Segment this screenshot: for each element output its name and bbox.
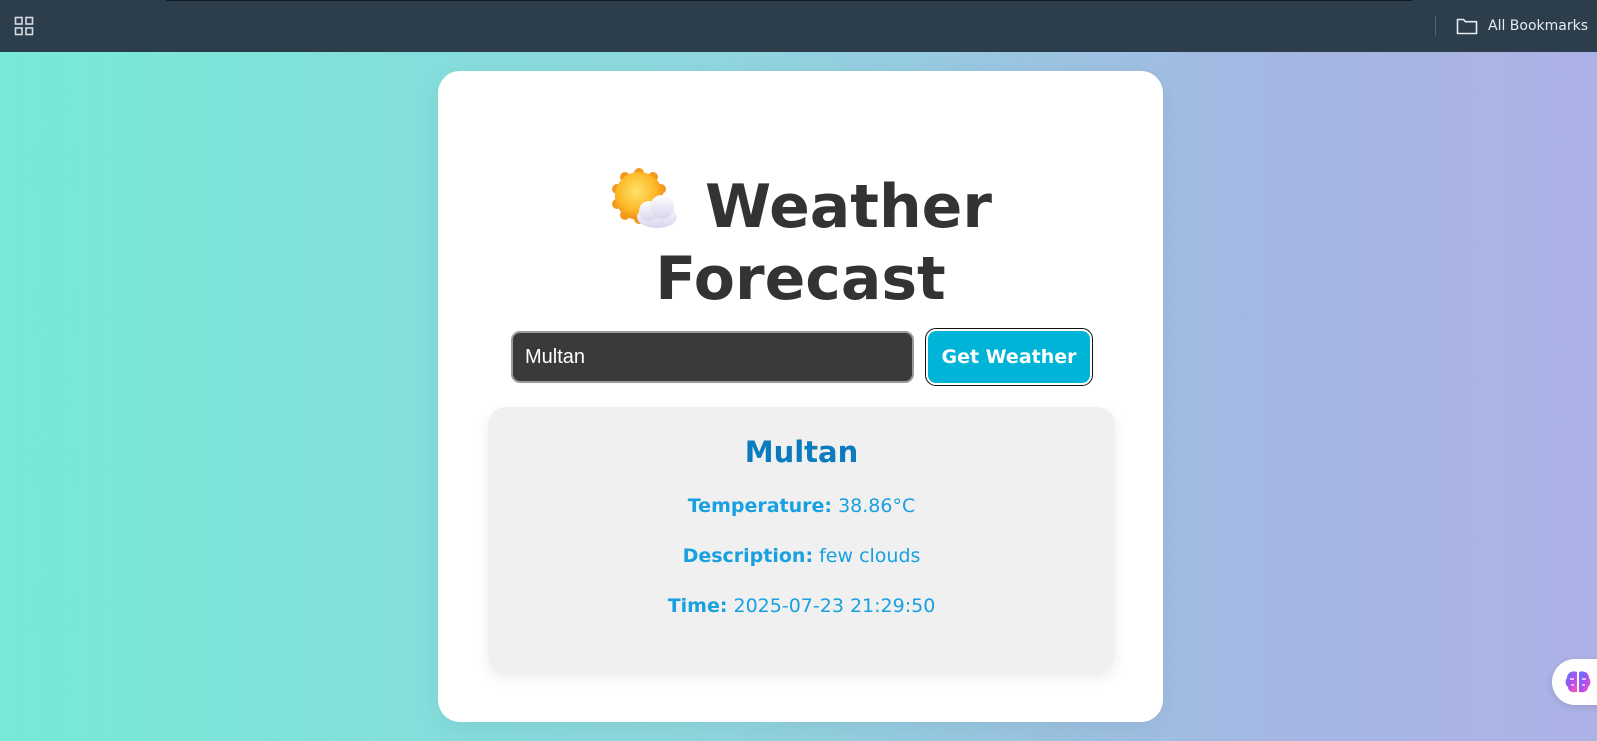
- bookmarks-divider: [1435, 16, 1436, 36]
- result-city-name: Multan: [744, 435, 859, 469]
- bookmarks-bar: All Bookmarks: [0, 0, 1597, 52]
- time-value: 2025-07-23 21:29:50: [733, 595, 936, 617]
- all-bookmarks-button[interactable]: All Bookmarks: [1456, 14, 1588, 38]
- page-load-indicator: [166, 0, 1412, 1]
- brain-icon: [1565, 671, 1591, 693]
- assistant-extension-button[interactable]: [1552, 659, 1597, 705]
- title-forecast-text: Forecast: [655, 244, 946, 314]
- temperature-label: Temperature:: [687, 495, 833, 517]
- all-bookmarks-label: All Bookmarks: [1488, 18, 1589, 34]
- get-weather-button[interactable]: Get Weather: [925, 328, 1093, 386]
- description-row: Description: few clouds: [488, 545, 1115, 567]
- time-row: Time: 2025-07-23 21:29:50: [488, 595, 1115, 617]
- description-value: few clouds: [819, 545, 921, 567]
- city-search-input[interactable]: [511, 331, 914, 383]
- sun-behind-cloud-icon: [612, 168, 678, 228]
- time-label: Time:: [667, 595, 728, 617]
- folder-icon: [1456, 18, 1478, 35]
- description-label: Description:: [682, 545, 814, 567]
- page-title: Weather Forecast: [438, 167, 1163, 315]
- weather-result-panel: Multan Temperature: 38.86°C Description:…: [488, 407, 1115, 672]
- weather-card: Weather Forecast Get Weather Multan Temp…: [438, 71, 1163, 722]
- title-weather-text: Weather: [705, 172, 992, 242]
- temperature-row: Temperature: 38.86°C: [488, 495, 1115, 517]
- temperature-value: 38.86°C: [838, 495, 916, 517]
- apps-grid-icon[interactable]: [14, 16, 34, 36]
- title-line-1: Weather: [438, 167, 1163, 243]
